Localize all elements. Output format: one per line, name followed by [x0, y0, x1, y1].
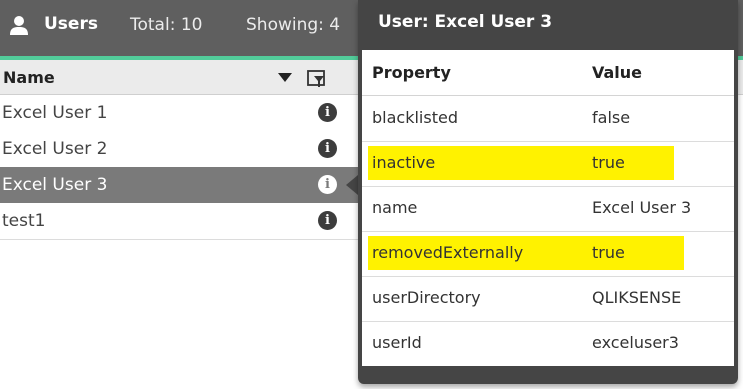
filter-icon[interactable]	[306, 68, 328, 90]
info-icon[interactable]: i	[318, 175, 337, 194]
property-row: name Excel User 3	[362, 186, 734, 232]
property-name: userDirectory	[372, 288, 481, 307]
table-row[interactable]: test1 i	[0, 203, 360, 240]
property-row: blacklisted false	[362, 96, 734, 142]
user-name: Excel User 3	[2, 175, 108, 195]
table-row-selected[interactable]: Excel User 3 i	[0, 167, 360, 204]
property-value: Excel User 3	[592, 198, 692, 217]
info-icon[interactable]: i	[318, 103, 337, 122]
property-value: true	[592, 243, 625, 262]
properties-header: Property Value	[362, 50, 734, 96]
total-count: Total: 10	[130, 15, 203, 35]
user-name: test1	[2, 211, 46, 231]
properties-table: Property Value blacklisted false inactiv…	[362, 50, 734, 366]
sort-down-icon[interactable]	[278, 73, 292, 82]
property-name: blacklisted	[372, 108, 458, 127]
property-row: userDirectory QLIKSENSE	[362, 276, 734, 322]
user-icon	[10, 16, 28, 35]
property-name: name	[372, 198, 418, 217]
user-details-popover: User: Excel User 3 Property Value blackl…	[358, 0, 738, 384]
popover-title: User: Excel User 3	[378, 12, 553, 32]
column-header-value: Value	[592, 63, 643, 82]
property-value: exceluser3	[592, 333, 679, 352]
property-name: removedExternally	[372, 243, 524, 262]
column-header-property: Property	[372, 63, 451, 82]
info-icon[interactable]: i	[318, 139, 337, 158]
column-header-name[interactable]: Name	[3, 68, 55, 87]
property-value: true	[592, 153, 625, 172]
property-row: userId exceluser3	[362, 321, 734, 366]
property-value: QLIKSENSE	[592, 288, 682, 307]
property-name: inactive	[372, 153, 436, 172]
info-icon[interactable]: i	[318, 211, 337, 230]
user-name: Excel User 2	[2, 139, 108, 159]
page-title: Users	[44, 14, 98, 34]
user-name: Excel User 1	[2, 103, 108, 123]
property-name: userId	[372, 333, 422, 352]
property-value: false	[592, 108, 631, 127]
property-row: inactive true	[362, 141, 734, 187]
popover-pointer	[346, 175, 358, 195]
showing-count: Showing: 4	[246, 15, 341, 35]
table-row[interactable]: Excel User 2 i	[0, 131, 360, 168]
table-row[interactable]: Excel User 1 i	[0, 95, 360, 132]
property-row: removedExternally true	[362, 231, 734, 277]
